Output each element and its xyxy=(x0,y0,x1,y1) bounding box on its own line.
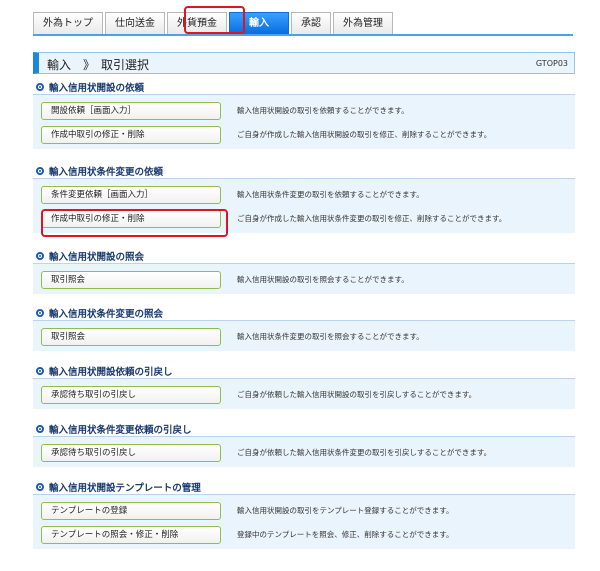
list-item: 承認待ち取引の引戻し ご自身が依頼した輸入信用状条件変更の取引を引戻しすることが… xyxy=(41,441,575,464)
item-description: 輸入信用状条件変更の取引を照会することができます。 xyxy=(237,332,424,341)
bullet-icon xyxy=(36,309,44,317)
section-lc-amendment-inquiry: 輸入信用状条件変更の照会 取引照会 輸入信用状条件変更の取引を照会することができ… xyxy=(33,306,575,351)
section-heading: 輸入信用状条件変更の依頼 xyxy=(33,164,575,178)
screen-code: GTOP03 xyxy=(535,59,568,68)
section-panel: 承認待ち取引の引戻し ご自身が依頼した輸入信用状開設の取引を引戻しすることができ… xyxy=(33,378,575,409)
tab-fx-management[interactable]: 外為管理 xyxy=(333,12,393,34)
item-description: ご自身が依頼した輸入信用状開設の取引を引戻しすることができます。 xyxy=(237,390,477,399)
section-heading: 輸入信用状開設の照会 xyxy=(33,249,575,263)
edit-draft-issuance-button[interactable]: 作成中取引の修正・削除 xyxy=(41,125,221,144)
bullet-icon xyxy=(36,83,44,91)
list-item: 取引照会 輸入信用状条件変更の取引を照会することができます。 xyxy=(41,325,575,348)
edit-draft-amendment-button[interactable]: 作成中取引の修正・削除 xyxy=(41,209,221,228)
section-lc-amendment-request: 輸入信用状条件変更の依頼 条件変更依頼［画面入力］ 輸入信用状条件変更の取引を依… xyxy=(33,164,575,233)
bullet-icon xyxy=(36,367,44,375)
page-title-bar: 輸入 》 取引選択 GTOP03 xyxy=(33,52,575,74)
recall-amendment-button[interactable]: 承認待ち取引の引戻し xyxy=(41,443,221,462)
section-heading: 輸入信用状開設テンプレートの管理 xyxy=(33,480,575,494)
bullet-icon xyxy=(36,167,44,175)
item-description: ご自身が依頼した輸入信用状条件変更の取引を引戻しすることができます。 xyxy=(237,448,492,457)
amendment-inquiry-button[interactable]: 取引照会 xyxy=(41,327,221,346)
bullet-icon xyxy=(36,483,44,491)
page-title: 輸入 》 取引選択 xyxy=(47,58,150,72)
tab-underline xyxy=(33,34,573,36)
item-description: ご自身が作成した輸入信用状開設の取引を修正、削除することができます。 xyxy=(237,130,492,139)
section-heading: 輸入信用状開設依頼の引戻し xyxy=(33,364,575,378)
register-template-button[interactable]: テンプレートの登録 xyxy=(41,501,221,520)
list-item: テンプレートの照会・修正・削除 登録中のテンプレートを照会、修正、削除することが… xyxy=(41,523,575,546)
issuance-inquiry-button[interactable]: 取引照会 xyxy=(41,270,221,289)
item-description: 輸入信用状開設の取引を照会することができます。 xyxy=(237,275,409,284)
tab-import[interactable]: 輸入 xyxy=(229,12,289,34)
list-item: 取引照会 輸入信用状開設の取引を照会することができます。 xyxy=(41,268,575,291)
section-heading: 輸入信用状開設の依頼 xyxy=(33,80,575,94)
list-item: 開設依頼［画面入力］ 輸入信用状開設の取引を依頼することができます。 xyxy=(41,99,575,122)
item-description: 輸入信用状開設の取引をテンプレート登録することができます。 xyxy=(237,506,454,515)
tab-fx-top[interactable]: 外為トップ xyxy=(33,12,103,34)
list-item: 作成中取引の修正・削除 ご自身が作成した輸入信用状開設の取引を修正、削除すること… xyxy=(41,123,575,146)
tab-foreign-deposit[interactable]: 外貨預金 xyxy=(167,12,227,34)
section-lc-amendment-recall: 輸入信用状条件変更依頼の引戻し 承認待ち取引の引戻し ご自身が依頼した輸入信用状… xyxy=(33,422,575,467)
global-tab-bar: 外為トップ 仕向送金 外貨預金 輸入 承認 外為管理 xyxy=(33,8,395,34)
section-heading: 輸入信用状条件変更の照会 xyxy=(33,306,575,320)
recall-issuance-button[interactable]: 承認待ち取引の引戻し xyxy=(41,385,221,404)
issuance-request-input-button[interactable]: 開設依頼［画面入力］ xyxy=(41,101,221,120)
section-panel: 条件変更依頼［画面入力］ 輸入信用状条件変更の取引を依頼することができます。 作… xyxy=(33,178,575,233)
tab-outward-remittance[interactable]: 仕向送金 xyxy=(105,12,165,34)
item-description: 輸入信用状開設の取引を依頼することができます。 xyxy=(237,106,409,115)
list-item: 承認待ち取引の引戻し ご自身が依頼した輸入信用状開設の取引を引戻しすることができ… xyxy=(41,383,575,406)
section-panel: テンプレートの登録 輸入信用状開設の取引をテンプレート登録することができます。 … xyxy=(33,494,575,549)
section-lc-issuance-inquiry: 輸入信用状開設の照会 取引照会 輸入信用状開設の取引を照会することができます。 xyxy=(33,249,575,294)
amendment-request-input-button[interactable]: 条件変更依頼［画面入力］ xyxy=(41,185,221,204)
section-panel: 取引照会 輸入信用状条件変更の取引を照会することができます。 xyxy=(33,320,575,351)
section-lc-issuance-request: 輸入信用状開設の依頼 開設依頼［画面入力］ 輸入信用状開設の取引を依頼することが… xyxy=(33,80,575,149)
manage-template-button[interactable]: テンプレートの照会・修正・削除 xyxy=(41,525,221,544)
list-item: 作成中取引の修正・削除 ご自身が作成した輸入信用状条件変更の取引を修正、削除する… xyxy=(41,207,575,230)
section-panel: 開設依頼［画面入力］ 輸入信用状開設の取引を依頼することができます。 作成中取引… xyxy=(33,94,575,149)
list-item: テンプレートの登録 輸入信用状開設の取引をテンプレート登録することができます。 xyxy=(41,499,575,522)
item-description: 登録中のテンプレートを照会、修正、削除することができます。 xyxy=(237,530,454,539)
list-item: 条件変更依頼［画面入力］ 輸入信用状条件変更の取引を依頼することができます。 xyxy=(41,183,575,206)
bullet-icon xyxy=(36,425,44,433)
section-lc-issuance-recall: 輸入信用状開設依頼の引戻し 承認待ち取引の引戻し ご自身が依頼した輸入信用状開設… xyxy=(33,364,575,409)
item-description: ご自身が作成した輸入信用状条件変更の取引を修正、削除することができます。 xyxy=(237,214,507,223)
section-heading: 輸入信用状条件変更依頼の引戻し xyxy=(33,422,575,436)
bullet-icon xyxy=(36,252,44,260)
section-panel: 取引照会 輸入信用状開設の取引を照会することができます。 xyxy=(33,263,575,294)
section-panel: 承認待ち取引の引戻し ご自身が依頼した輸入信用状条件変更の取引を引戻しすることが… xyxy=(33,436,575,467)
item-description: 輸入信用状条件変更の取引を依頼することができます。 xyxy=(237,190,424,199)
section-lc-template-management: 輸入信用状開設テンプレートの管理 テンプレートの登録 輸入信用状開設の取引をテン… xyxy=(33,480,575,549)
tab-approval[interactable]: 承認 xyxy=(291,12,331,34)
